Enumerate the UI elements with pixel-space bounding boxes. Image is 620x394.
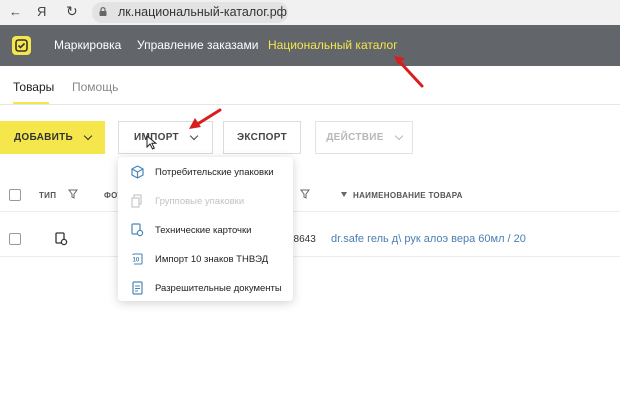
lock-icon [99, 7, 107, 16]
export-button[interactable]: ЭКСПОРТ [223, 121, 301, 154]
import-dropdown-menu: Потребительские упаковки Групповые упако… [118, 157, 293, 301]
nav-item-order-management[interactable]: Управление заказами [137, 38, 258, 52]
box-icon [131, 165, 144, 179]
address-bar[interactable]: лк.национальный-каталог.рф [92, 2, 288, 23]
sort-down-icon[interactable] [341, 192, 347, 197]
export-button-label: ЭКСПОРТ [236, 132, 288, 143]
row-checkbox[interactable] [9, 233, 21, 245]
annotation-arrow-icon [189, 108, 222, 129]
row-divider [0, 256, 620, 257]
menu-item-tnved-import[interactable]: 10 Импорт 10 знаков ТНВЭД [118, 246, 293, 272]
nav-item-national-catalog[interactable]: Национальный каталог [268, 38, 398, 52]
group-package-icon [131, 194, 142, 208]
add-button-label: ДОБАВИТЬ [13, 132, 74, 143]
url-text: лк.национальный-каталог.рф [118, 5, 287, 19]
filter-icon[interactable] [68, 189, 78, 199]
chevron-down-icon [189, 131, 199, 140]
column-header-product-name[interactable]: НАИМЕНОВАНИЕ ТОВАРА [353, 191, 463, 200]
select-all-checkbox[interactable] [9, 189, 21, 201]
product-name-link[interactable]: dr.safe гель д\ рук алоэ вера 60мл / 20 [331, 233, 526, 245]
add-button[interactable]: ДОБАВИТЬ [0, 121, 105, 154]
menu-item-tech-cards[interactable]: Технические карточки [118, 217, 293, 243]
menu-item-consumer-packages[interactable]: Потребительские упаковки [118, 159, 293, 185]
mouse-cursor-icon [146, 135, 157, 150]
tab-help[interactable]: Помощь [72, 80, 118, 94]
header-divider [0, 211, 620, 212]
tab-products[interactable]: Товары [13, 80, 54, 94]
tabs-divider [0, 104, 620, 105]
filter-icon[interactable] [300, 189, 310, 199]
top-navigation: Маркировка Управление заказами Националь… [0, 25, 620, 66]
menu-item-group-packages: Групповые упаковки [118, 188, 293, 214]
app-logo-icon[interactable] [12, 36, 31, 55]
annotation-arrow-icon [394, 56, 424, 88]
tnved-icon: 10 [132, 253, 143, 265]
reload-icon[interactable]: ↻ [66, 3, 78, 19]
action-button-label: ДЕЙСТВИЕ [326, 132, 384, 143]
nav-item-marking[interactable]: Маркировка [54, 38, 121, 52]
document-icon [132, 281, 143, 295]
tech-card-icon [131, 223, 144, 237]
chevron-down-icon [83, 131, 93, 140]
tech-card-icon [55, 232, 68, 246]
menu-item-permit-documents[interactable]: Разрешительные документы [118, 275, 293, 301]
svg-text:10: 10 [133, 258, 140, 264]
action-button[interactable]: ДЕЙСТВИЕ [315, 121, 413, 154]
browser-toolbar: ← Я ↻ лк.национальный-каталог.рф [0, 0, 620, 25]
yandex-icon[interactable]: Я [37, 4, 46, 20]
back-arrow-icon[interactable]: ← [9, 4, 22, 20]
chevron-down-icon [394, 131, 404, 140]
column-header-type[interactable]: ТИП [39, 191, 56, 200]
